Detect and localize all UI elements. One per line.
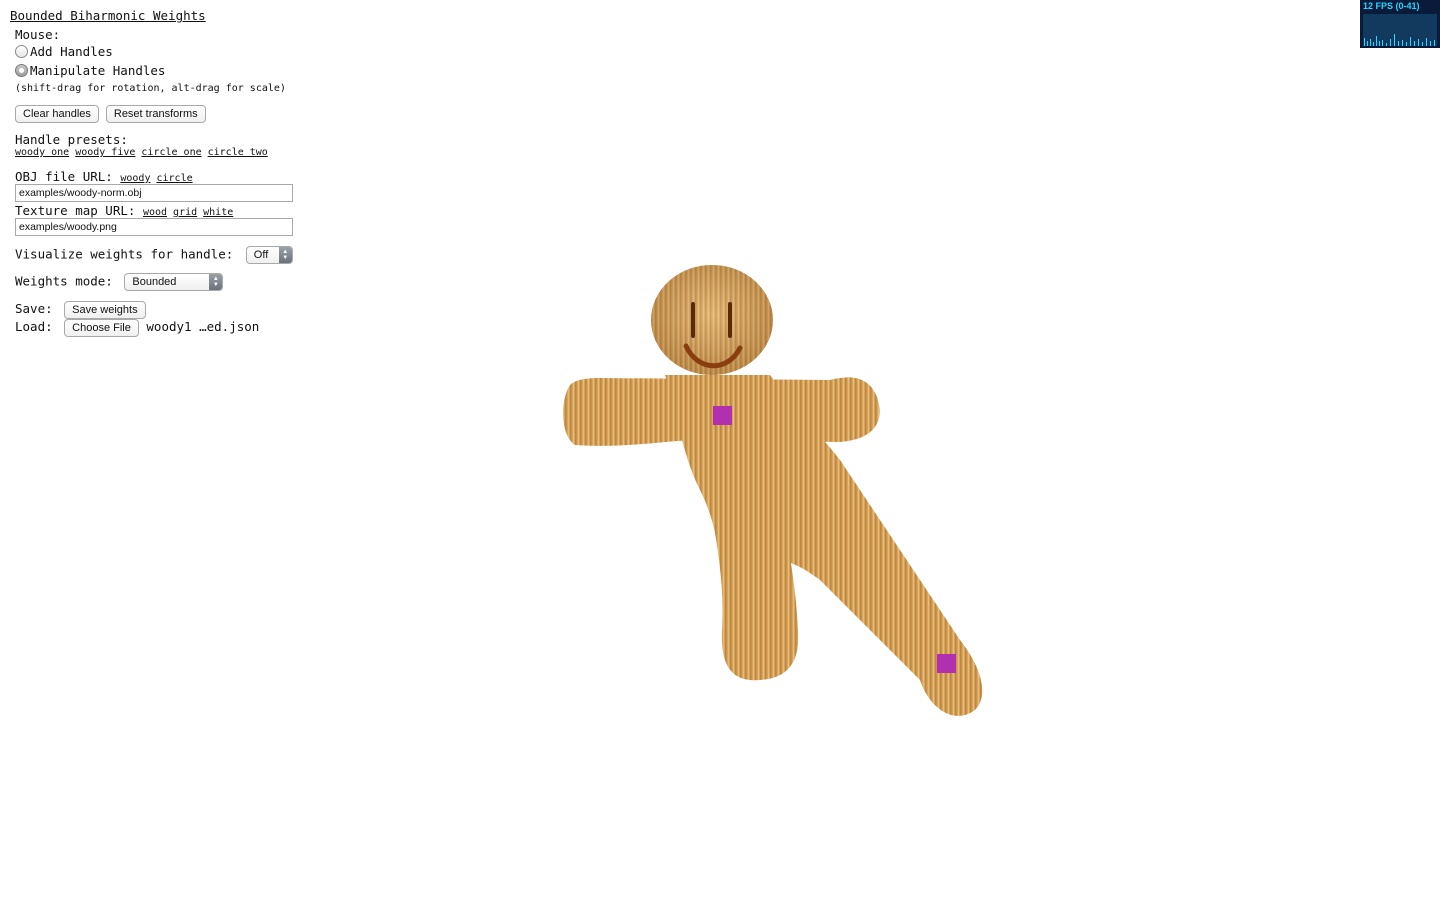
texture-grid-link[interactable]: grid bbox=[173, 207, 197, 218]
obj-label: OBJ file URL: bbox=[15, 169, 113, 184]
save-weights-button[interactable]: Save weights bbox=[64, 301, 146, 319]
texture-white-link[interactable]: white bbox=[203, 207, 233, 218]
handle-presets-label: Handle presets: bbox=[15, 132, 128, 147]
mouse-label: Mouse: bbox=[15, 27, 61, 42]
weights-mode-select-value: Bounded bbox=[132, 276, 177, 288]
load-row: Load: Choose File woody1 …ed.json bbox=[15, 319, 310, 337]
obj-url-input[interactable] bbox=[15, 184, 293, 202]
visualize-select[interactable]: Off ▲ ▼ bbox=[245, 246, 293, 264]
weights-mode-label: Weights mode: bbox=[15, 273, 113, 289]
radio-add-handles[interactable]: Add Handles bbox=[15, 42, 310, 61]
control-panel: Bounded Biharmonic Weights Mouse: Add Ha… bbox=[10, 8, 310, 337]
obj-woody-link[interactable]: woody bbox=[120, 173, 150, 184]
fps-label: 12 FPS (0-41) bbox=[1363, 1, 1420, 11]
weights-mode-row: Weights mode: Bounded ▲ ▼ bbox=[15, 273, 310, 291]
preset-woody-five-link[interactable]: woody five bbox=[75, 147, 135, 158]
radio-icon[interactable] bbox=[15, 45, 28, 58]
select-arrows-icon: ▲ ▼ bbox=[278, 247, 292, 263]
visualize-label: Visualize weights for handle: bbox=[15, 246, 234, 262]
save-row: Save: Save weights bbox=[15, 301, 310, 319]
loaded-filename: woody1 …ed.json bbox=[146, 319, 260, 334]
choose-file-button[interactable]: Choose File bbox=[64, 319, 139, 337]
radio-manipulate-handles[interactable]: Manipulate Handles bbox=[15, 61, 310, 80]
visualize-row: Visualize weights for handle: Off ▲ ▼ bbox=[15, 246, 310, 264]
handle-square-icon[interactable] bbox=[713, 406, 732, 425]
page-title[interactable]: Bounded Biharmonic Weights bbox=[10, 8, 310, 23]
radio-icon[interactable] bbox=[15, 64, 28, 77]
radio-label-add-handles: Add Handles bbox=[30, 44, 113, 59]
woody-mesh[interactable] bbox=[540, 250, 1000, 740]
mouse-hint: (shift-drag for rotation, alt-drag for s… bbox=[15, 83, 286, 94]
save-label: Save: bbox=[15, 301, 53, 316]
texture-row: Texture map URL: wood grid white bbox=[15, 203, 310, 218]
reset-transforms-button[interactable]: Reset transforms bbox=[105, 105, 206, 123]
preset-woody-one-link[interactable]: woody one bbox=[15, 147, 69, 158]
clear-handles-button[interactable]: Clear handles bbox=[15, 105, 99, 123]
texture-wood-link[interactable]: wood bbox=[143, 207, 167, 218]
fps-meter: 12 FPS (0-41) bbox=[1360, 0, 1440, 48]
texture-label: Texture map URL: bbox=[15, 203, 136, 218]
visualize-select-value: Off bbox=[253, 249, 269, 261]
select-arrows-icon: ▲ ▼ bbox=[209, 274, 223, 290]
obj-row: OBJ file URL: woody circle bbox=[15, 169, 310, 184]
handle-presets-links: woody one woody five circle one circle two bbox=[15, 147, 310, 158]
preset-circle-one-link[interactable]: circle one bbox=[141, 147, 201, 158]
preset-circle-two-link[interactable]: circle two bbox=[208, 147, 268, 158]
fps-graph bbox=[1363, 14, 1437, 46]
handle-square-icon[interactable] bbox=[937, 654, 956, 673]
load-label: Load: bbox=[15, 319, 53, 334]
texture-url-input[interactable] bbox=[15, 218, 293, 236]
obj-circle-link[interactable]: circle bbox=[156, 173, 192, 184]
radio-label-manipulate-handles: Manipulate Handles bbox=[30, 63, 166, 78]
gingerbread-canvas[interactable] bbox=[540, 250, 1000, 744]
weights-mode-select[interactable]: Bounded ▲ ▼ bbox=[124, 273, 224, 291]
